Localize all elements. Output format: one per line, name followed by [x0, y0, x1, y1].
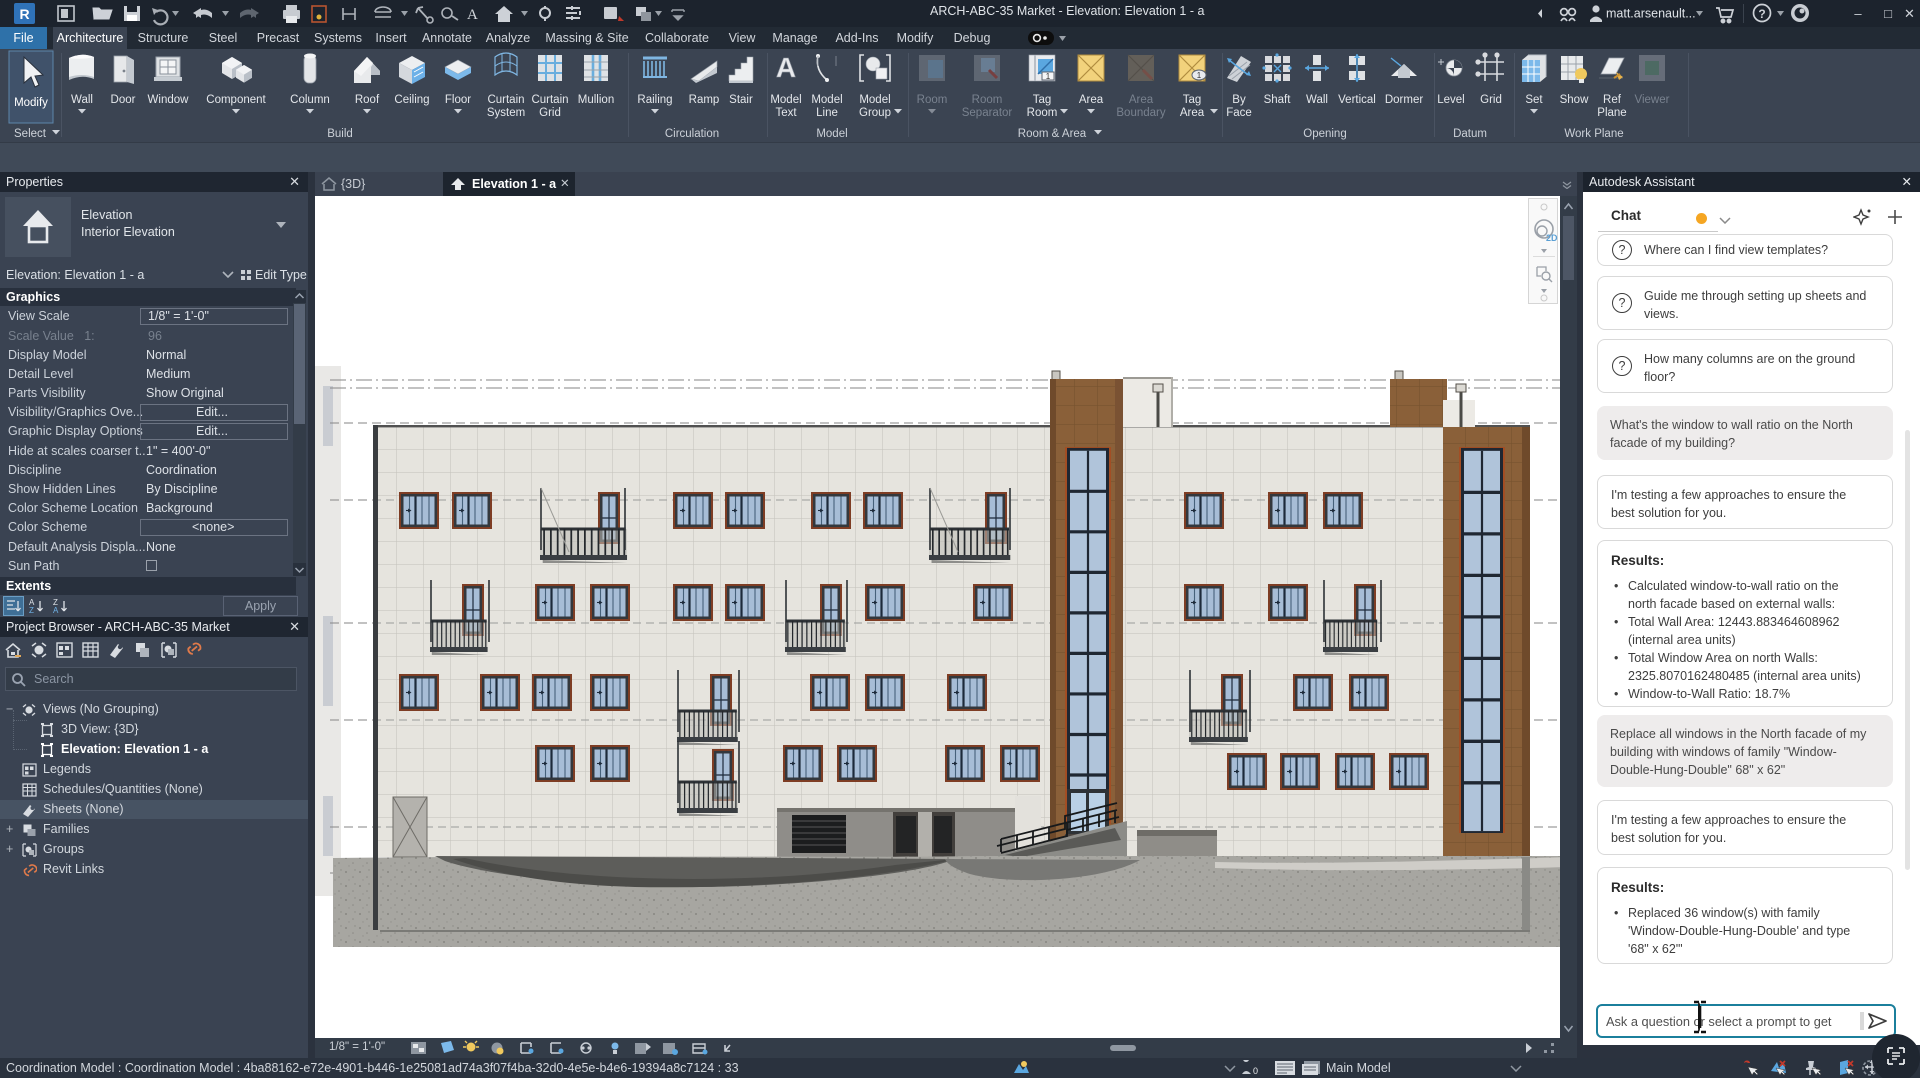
svg-text:Ramp: Ramp: [689, 94, 720, 106]
svg-text:1: 1: [1197, 71, 1202, 80]
svg-text:Component: Component: [206, 94, 266, 106]
svg-text:Mullion: Mullion: [578, 94, 614, 106]
svg-text:Text: Text: [775, 107, 797, 119]
svg-text:0: 0: [1253, 1066, 1258, 1076]
svg-text:A: A: [53, 606, 59, 614]
svg-text:Curtain: Curtain: [531, 94, 568, 106]
svg-text:Column: Column: [290, 94, 330, 106]
svg-text:Modify: Modify: [14, 97, 48, 109]
svg-text:Face: Face: [1226, 107, 1252, 119]
svg-text:Wall: Wall: [1306, 94, 1328, 106]
svg-text:?: ?: [1758, 7, 1765, 21]
svg-text:Set: Set: [1525, 94, 1543, 106]
svg-text:System: System: [487, 107, 525, 119]
svg-text:Window: Window: [148, 94, 190, 106]
svg-text:Room & Area: Room & Area: [1018, 128, 1087, 140]
svg-text:Grid: Grid: [1480, 94, 1502, 106]
svg-text:Tag: Tag: [1183, 94, 1202, 106]
svg-text:Datum: Datum: [1453, 128, 1487, 140]
svg-text:Vertical: Vertical: [1338, 94, 1376, 106]
svg-text:Roof: Roof: [355, 94, 380, 106]
svg-text:Opening: Opening: [1303, 128, 1346, 140]
svg-text:Build: Build: [327, 128, 353, 140]
svg-text:Select: Select: [14, 128, 47, 140]
svg-text:Group: Group: [859, 107, 891, 119]
svg-text:Ref: Ref: [1603, 94, 1622, 106]
svg-text:Area: Area: [1180, 107, 1205, 119]
svg-text:matt.arsenault...: matt.arsenault...: [1606, 7, 1696, 21]
svg-text:Grid: Grid: [539, 107, 561, 119]
svg-text:Level: Level: [1437, 94, 1465, 106]
svg-text:2D: 2D: [1546, 233, 1558, 243]
svg-text:1: 1: [1046, 72, 1051, 81]
svg-text:Tag: Tag: [1033, 94, 1052, 106]
svg-text:Area: Area: [1129, 94, 1154, 106]
svg-text:Wall: Wall: [71, 94, 93, 106]
svg-text:Room: Room: [917, 94, 948, 106]
svg-text:Model: Model: [770, 94, 801, 106]
svg-text:Model: Model: [859, 94, 890, 106]
svg-text:Circulation: Circulation: [665, 128, 719, 140]
svg-text:Z: Z: [29, 606, 34, 614]
svg-text:Model: Model: [811, 94, 842, 106]
svg-text:Model: Model: [816, 128, 847, 140]
svg-text:Curtain: Curtain: [487, 94, 524, 106]
svg-text:Shaft: Shaft: [1264, 94, 1292, 106]
svg-text:A: A: [776, 52, 796, 83]
svg-text:Boundary: Boundary: [1116, 107, 1165, 119]
svg-text:Room: Room: [1027, 107, 1058, 119]
svg-text:Stair: Stair: [729, 94, 753, 106]
svg-text:Separator: Separator: [962, 107, 1013, 119]
svg-text:Viewer: Viewer: [1635, 94, 1670, 106]
svg-text:A: A: [467, 7, 478, 23]
svg-text:Ceiling: Ceiling: [394, 94, 429, 106]
svg-text:By: By: [1232, 94, 1246, 106]
svg-text:Door: Door: [111, 94, 136, 106]
svg-text:Room: Room: [972, 94, 1003, 106]
svg-text:Show: Show: [1560, 94, 1589, 106]
svg-text:Railing: Railing: [637, 94, 672, 106]
svg-text:Plane: Plane: [1597, 107, 1626, 119]
svg-text:Line: Line: [816, 107, 838, 119]
svg-text:Floor: Floor: [445, 94, 471, 106]
svg-text:R: R: [19, 6, 29, 22]
svg-text:Work Plane: Work Plane: [1564, 128, 1623, 140]
svg-text:Area: Area: [1079, 94, 1104, 106]
svg-text:Dormer: Dormer: [1385, 94, 1424, 106]
